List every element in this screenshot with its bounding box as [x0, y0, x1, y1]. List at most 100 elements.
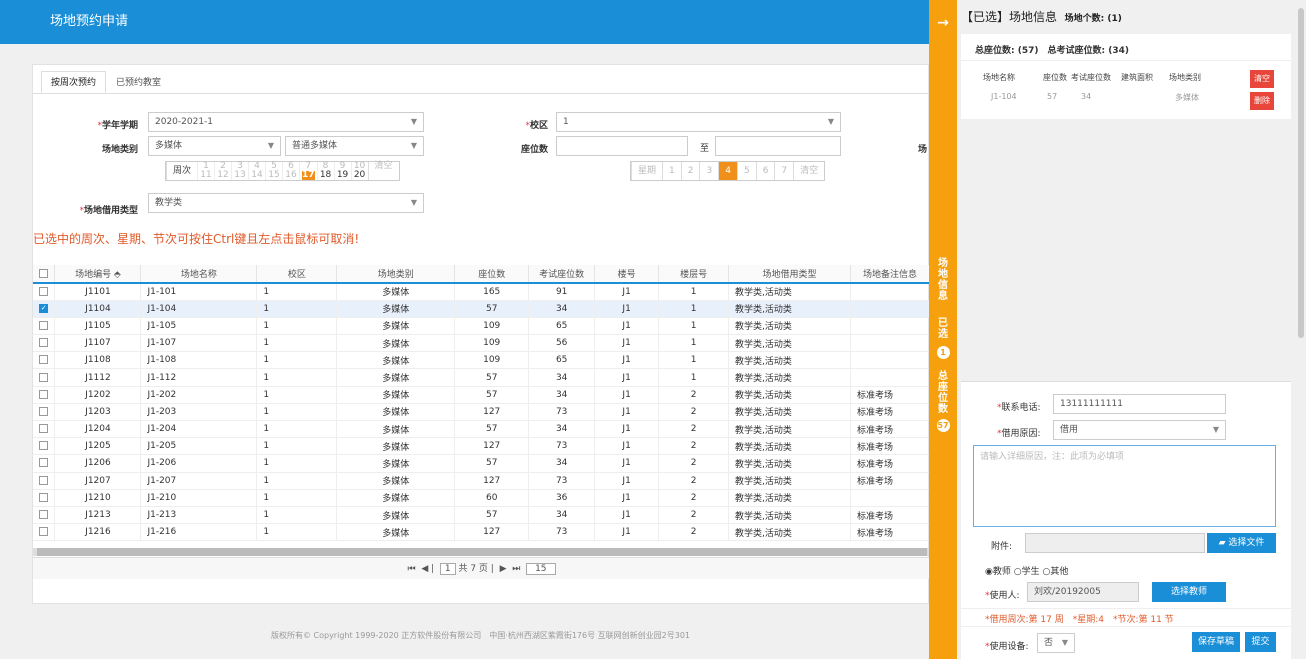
- row-checkbox[interactable]: [39, 475, 49, 485]
- first-page-icon[interactable]: ⏮: [407, 564, 415, 574]
- row-checkbox-cell[interactable]: ✓: [33, 300, 56, 318]
- row-checkbox-cell[interactable]: [33, 351, 56, 370]
- col-header[interactable]: 场地编号 ⬘: [54, 265, 142, 284]
- select-all-checkbox[interactable]: [39, 268, 49, 278]
- page-size-select[interactable]: 15: [526, 563, 556, 575]
- row-checkbox[interactable]: [39, 320, 49, 330]
- week-cell[interactable]: 6 16: [282, 162, 299, 180]
- row-checkbox-cell[interactable]: [33, 454, 56, 473]
- week-cell[interactable]: 9 19: [333, 162, 351, 180]
- seat-min-input[interactable]: [556, 136, 688, 156]
- col-header[interactable]: 场地类别: [336, 265, 456, 284]
- horizontal-scrollbar[interactable]: [33, 548, 930, 556]
- borrow-type-select[interactable]: 教学类 ▼: [148, 193, 424, 213]
- col-header[interactable]: 楼层号: [658, 265, 730, 284]
- seat-max-input[interactable]: [715, 136, 841, 156]
- week-cell[interactable]: 7 17: [299, 162, 317, 180]
- col-header[interactable]: 楼号: [594, 265, 660, 284]
- row-checkbox[interactable]: [39, 389, 49, 399]
- row-checkbox[interactable]: [39, 424, 49, 434]
- row-checkbox[interactable]: ✓: [39, 303, 49, 313]
- save-draft-button[interactable]: 保存草稿: [1192, 632, 1240, 652]
- reason-select[interactable]: 借用 ▼: [1053, 420, 1226, 440]
- col-header[interactable]: 考试座位数: [528, 265, 596, 284]
- row-checkbox[interactable]: [39, 510, 49, 520]
- row-checkbox[interactable]: [39, 355, 49, 365]
- row-checkbox-cell[interactable]: [33, 472, 56, 490]
- year-select[interactable]: 2020-2021-1 ▼: [148, 112, 424, 132]
- week-cell[interactable]: 2 12: [214, 162, 231, 180]
- next-page-icon[interactable]: ▶: [500, 564, 507, 574]
- tab-booked-rooms[interactable]: 已预约教室: [106, 71, 171, 93]
- day-cell[interactable]: 7: [774, 162, 793, 180]
- week-clear-button[interactable]: 清空: [367, 162, 399, 180]
- row-checkbox[interactable]: [39, 338, 49, 348]
- selection-side-tab[interactable]: → 场地信息 已选 1 总座位数 57: [929, 0, 957, 659]
- submit-button[interactable]: 提交: [1245, 632, 1276, 652]
- row-checkbox-cell[interactable]: [33, 420, 56, 439]
- radio-student[interactable]: ○学生: [1014, 567, 1040, 577]
- table-row[interactable]: J1204 J1-204 1 多媒体 57 34 J1 2 教学类,活动类 标准考场: [33, 420, 931, 439]
- row-checkbox[interactable]: [39, 406, 49, 416]
- table-row[interactable]: J1216 J1-216 1 多媒体 127 73 J1 2 教学类,活动类 标准考场: [33, 523, 931, 542]
- day-cell[interactable]: 5: [736, 162, 756, 180]
- detail-textarea[interactable]: 请输入详细原因，注：此项为必填项: [973, 445, 1276, 527]
- col-header[interactable]: 座位数: [454, 265, 530, 284]
- row-checkbox-cell[interactable]: [33, 523, 56, 542]
- day-cell[interactable]: 6: [755, 162, 775, 180]
- delete-selection-button[interactable]: 删除: [1250, 92, 1274, 110]
- week-cell[interactable]: 4 14: [248, 162, 265, 180]
- row-checkbox-cell[interactable]: [33, 403, 56, 422]
- table-row[interactable]: J1205 J1-205 1 多媒体 127 73 J1 2 教学类,活动类 标准考场: [33, 437, 931, 456]
- select-teacher-button[interactable]: 选择教师: [1152, 582, 1226, 602]
- device-select[interactable]: 否 ▼: [1037, 633, 1075, 653]
- day-cell-selected[interactable]: 4: [718, 162, 737, 180]
- week-cell[interactable]: 1 11: [197, 162, 214, 180]
- day-cell[interactable]: 1: [662, 162, 681, 180]
- row-checkbox-cell[interactable]: [33, 334, 56, 353]
- table-row[interactable]: J1213 J1-213 1 多媒体 57 34 J1 2 教学类,活动类 标准考场: [33, 506, 931, 525]
- week-cell[interactable]: 8 18: [316, 162, 334, 180]
- table-row[interactable]: J1105 J1-105 1 多媒体 109 65 J1 1 教学类,活动类: [33, 317, 931, 336]
- vertical-scrollbar[interactable]: [1296, 0, 1306, 659]
- radio-teacher[interactable]: ◉教师: [985, 567, 1011, 577]
- table-row[interactable]: J1206 J1-206 1 多媒体 57 34 J1 2 教学类,活动类 标准考场: [33, 454, 931, 473]
- phone-input[interactable]: 13111111111: [1053, 394, 1226, 414]
- table-row[interactable]: J1101 J1-101 1 多媒体 165 91 J1 1 教学类,活动类: [33, 283, 931, 301]
- table-row[interactable]: J1210 J1-210 1 多媒体 60 36 J1 2 教学类,活动类: [33, 489, 931, 507]
- row-checkbox[interactable]: [39, 492, 49, 502]
- row-checkbox-cell[interactable]: [33, 317, 56, 336]
- week-cell[interactable]: 3 13: [231, 162, 248, 180]
- tab-weekly-booking[interactable]: 按周次预约: [41, 71, 107, 93]
- campus-select[interactable]: 1 ▼: [556, 112, 841, 132]
- col-header[interactable]: 校区: [256, 265, 338, 284]
- row-checkbox-cell[interactable]: [33, 386, 56, 404]
- last-page-icon[interactable]: ⏭: [512, 564, 520, 574]
- table-row[interactable]: J1112 J1-112 1 多媒体 57 34 J1 1 教学类,活动类: [33, 368, 931, 387]
- page-input[interactable]: 1: [439, 563, 456, 575]
- attach-input[interactable]: [1025, 533, 1205, 553]
- row-checkbox[interactable]: [39, 286, 49, 296]
- col-header[interactable]: 场地借用类型: [728, 265, 851, 284]
- table-row[interactable]: J1108 J1-108 1 多媒体 109 65 J1 1 教学类,活动类: [33, 351, 931, 370]
- row-checkbox[interactable]: [39, 441, 49, 451]
- header-checkbox-cell[interactable]: [33, 265, 56, 284]
- subtype-select[interactable]: 普通多媒体 ▼: [285, 136, 424, 156]
- col-header[interactable]: 场地名称: [140, 265, 258, 284]
- clear-selection-button[interactable]: 清空: [1250, 70, 1274, 88]
- radio-other[interactable]: ○其他: [1043, 567, 1069, 577]
- row-checkbox[interactable]: [39, 527, 49, 537]
- row-checkbox-cell[interactable]: [33, 489, 56, 507]
- row-checkbox[interactable]: [39, 372, 49, 382]
- day-cell[interactable]: 2: [680, 162, 700, 180]
- week-cell[interactable]: 10 20: [350, 162, 368, 180]
- prev-page-icon[interactable]: ◀: [421, 564, 428, 574]
- user-input[interactable]: 刘欢/20192005: [1027, 582, 1139, 602]
- table-row[interactable]: ✓ J1104 J1-104 1 多媒体 57 34 J1 1 教学类,活动类: [33, 300, 931, 318]
- row-checkbox-cell[interactable]: [33, 506, 56, 525]
- row-checkbox-cell[interactable]: [33, 437, 56, 456]
- day-cell[interactable]: 3: [699, 162, 718, 180]
- arrow-right-icon[interactable]: →: [929, 15, 957, 31]
- week-cell[interactable]: 5 15: [265, 162, 282, 180]
- table-row[interactable]: J1203 J1-203 1 多媒体 127 73 J1 2 教学类,活动类 标准考场: [33, 403, 931, 422]
